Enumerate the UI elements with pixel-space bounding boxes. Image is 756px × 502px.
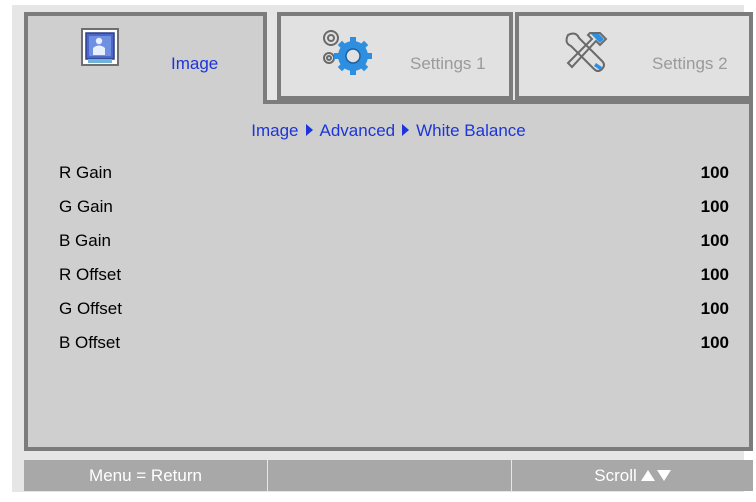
tab-settings-1-label: Settings 1 — [410, 54, 486, 73]
gears-icon — [317, 26, 375, 76]
arrow-up-icon — [640, 470, 655, 481]
row-label: R Offset — [59, 265, 122, 284]
breadcrumb-item-advanced: Advanced — [319, 121, 396, 140]
tools-icon — [560, 27, 610, 77]
row-value: 100 — [700, 197, 729, 216]
tab-image-label: Image — [171, 54, 219, 73]
tab-settings-1[interactable]: Settings 1 — [277, 12, 513, 100]
row-label: R Gain — [59, 163, 112, 182]
row-r-gain[interactable]: R Gain 100 — [59, 156, 729, 190]
active-tab-joint — [28, 96, 263, 104]
row-r-offset[interactable]: R Offset 100 — [59, 258, 729, 292]
footer-scroll-label: Scroll — [594, 465, 637, 485]
row-label: B Offset — [59, 333, 121, 352]
breadcrumb: Image Advanced White Balance — [28, 121, 749, 141]
breadcrumb-item-white-balance: White Balance — [416, 121, 526, 140]
settings-list: R Gain 100 G Gain 100 B Gain 100 R Offse… — [59, 156, 729, 360]
breadcrumb-item-image: Image — [251, 121, 299, 140]
row-b-offset[interactable]: B Offset 100 — [59, 326, 729, 360]
tab-settings-2-label: Settings 2 — [652, 54, 728, 73]
footer-menu-return: Menu = Return — [24, 460, 267, 491]
breadcrumb-separator-icon — [402, 124, 410, 136]
row-label: B Gain — [59, 231, 111, 250]
tab-image[interactable]: Image — [24, 12, 267, 104]
footer-menu-return-label: Menu = Return — [89, 465, 202, 485]
row-value: 100 — [700, 265, 729, 284]
row-label: G Offset — [59, 299, 122, 318]
row-value: 100 — [700, 231, 729, 250]
main-panel: Image Advanced White Balance R Gain 100 G … — [24, 100, 753, 451]
tab-settings-2[interactable]: Settings 2 — [515, 12, 753, 100]
osd-menu: Image Settings 1 Settings 2 Image Advanc… — [12, 5, 753, 492]
footer-scroll: Scroll — [512, 460, 753, 491]
image-icon — [80, 27, 120, 67]
row-value: 100 — [700, 333, 729, 352]
row-g-offset[interactable]: G Offset 100 — [59, 292, 729, 326]
row-label: G Gain — [59, 197, 113, 216]
breadcrumb-separator-icon — [305, 124, 313, 136]
footer-middle — [268, 460, 511, 491]
arrow-down-icon — [656, 470, 671, 481]
row-g-gain[interactable]: G Gain 100 — [59, 190, 729, 224]
row-value: 100 — [700, 163, 729, 182]
row-b-gain[interactable]: B Gain 100 — [59, 224, 729, 258]
row-value: 100 — [700, 299, 729, 318]
